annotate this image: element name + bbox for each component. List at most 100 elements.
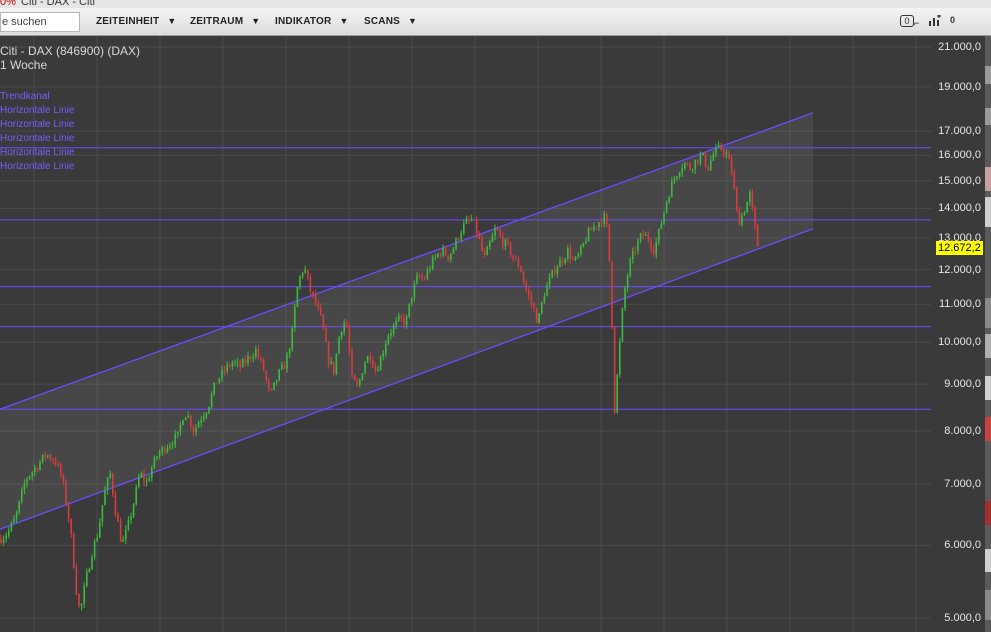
candle-body [587,228,590,241]
candle-body [41,454,44,462]
caret-down-icon: ▼ [408,16,418,26]
candle-body [296,287,299,307]
candle-body [652,248,655,255]
legend-item[interactable]: Horizontale Linie [0,160,75,174]
candle-body [681,168,683,173]
candle-body [437,253,439,257]
candle-body [96,537,98,542]
candle-body [611,261,613,327]
price-axis[interactable]: 21.000,0 19.000,0 17.000,0 16.000,0 15.000,0… [931,36,985,632]
candle-body [327,341,330,364]
candle-body [242,359,244,368]
candle-body [626,275,629,288]
price-axis-label: 8.000,0 [944,424,981,437]
candle-body [301,272,304,277]
candle-body [517,259,520,267]
candle-body [364,362,366,374]
candle-body [234,362,236,364]
candle-body [756,225,759,247]
candle-body [244,359,247,363]
candle-body [689,163,691,170]
menu-zeitraum[interactable]: ZEITRAUM ▼ [190,16,260,27]
candle-body [52,459,54,462]
side-panel-block [985,298,991,329]
candle-body [567,247,569,259]
price-axis-label: 7.000,0 [944,478,981,491]
legend-item[interactable]: Horizontale Linie [0,132,75,146]
candle-body [265,370,267,380]
candle-body [624,287,626,309]
menu-indikator[interactable]: INDIKATOR ▼ [275,16,349,27]
candle-body [112,473,114,495]
price-chart[interactable] [0,36,931,632]
candle-body [281,364,283,370]
candle-body [101,505,104,523]
candle-body [231,362,234,367]
candle-body [49,455,52,460]
candle-body [356,380,358,386]
candle-body [75,567,78,595]
candle-body [431,257,434,269]
price-axis-label: 5.000,0 [944,612,981,624]
candle-body [715,146,717,155]
menu-scans[interactable]: SCANS ▼ [364,16,417,27]
pointer-icon[interactable]: ⌐ [914,18,919,28]
candle-body [39,461,41,470]
candle-body [273,382,275,390]
legend-item[interactable]: Horizontale Linie [0,146,75,160]
candle-body [260,356,262,360]
menu-zeiteinheit[interactable]: ZEITEINHEIT ▼ [96,16,176,27]
window-title: Citi - DAX - Citi [21,0,95,8]
candle-body [707,166,709,171]
candle-body [528,290,530,296]
price-axis-label: 14.000,0 [938,202,981,215]
candle-body [509,242,512,256]
price-axis-label: 12.000,0 [938,263,981,276]
candle-body [749,192,751,202]
candle-body [57,464,59,466]
candle-body [291,328,293,350]
candle-body [5,535,7,539]
candle-body [543,296,546,303]
price-axis-label: 17.000,0 [938,125,981,138]
candle-body [405,316,408,325]
candle-body [161,447,163,453]
candle-body [359,380,361,386]
candle-body [109,473,111,478]
candle-body [268,379,270,389]
candle-body [512,255,514,259]
candle-body [8,530,10,536]
candle-body [379,356,382,371]
candle-body [213,382,215,394]
symbol-search-input[interactable]: e suchen [0,12,80,32]
candle-body [335,353,338,374]
candle-body [533,303,535,309]
candle-body [278,369,280,381]
message-badge[interactable]: 0 [900,15,914,27]
legend-item[interactable]: Horizontale Linie [0,118,75,132]
candle-body [125,529,127,540]
candle-body [47,455,49,457]
candle-body [673,178,676,182]
candle-body [374,366,377,371]
candle-body [187,415,189,418]
candle-body [483,250,486,256]
candle-body [559,259,561,268]
candle-body [294,306,296,329]
side-panel-block [985,375,991,400]
legend-item[interactable]: Horizontale Linie [0,104,75,118]
candle-body [728,152,730,160]
candle-body [309,277,312,292]
chart-add-icon[interactable] [928,14,942,27]
candle-body [481,238,483,251]
legend-item[interactable]: Trendkanal [0,90,75,104]
candle-body [694,159,696,170]
candle-body [353,375,356,381]
candle-body [655,241,657,255]
alert-count[interactable]: 0 [950,15,955,25]
candle-body [424,278,426,280]
candle-body [216,382,218,384]
candle-body [450,253,452,260]
candle-body [200,419,202,423]
candle-body [65,482,67,505]
